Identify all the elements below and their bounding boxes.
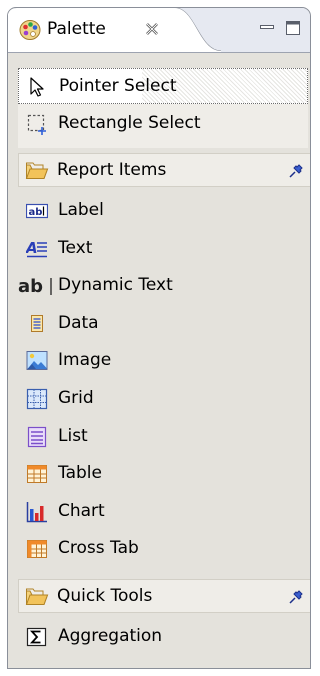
item-label: List — [58, 425, 88, 446]
item-label: Text — [58, 237, 93, 258]
svg-text:ab: ab — [29, 207, 43, 218]
maximize-icon[interactable] — [285, 20, 301, 36]
palette-item-aggregation[interactable]: Aggregation — [18, 618, 308, 656]
pin-icon[interactable] — [288, 163, 304, 179]
minimize-icon[interactable] — [259, 20, 275, 36]
drawer-quick-tools[interactable]: Quick Tools — [18, 579, 310, 613]
item-label: Label — [58, 200, 104, 220]
palette-item-list[interactable]: List — [18, 418, 308, 456]
grid-icon — [26, 388, 48, 410]
palette-tab-title: Palette — [47, 19, 106, 39]
data-icon — [26, 313, 48, 335]
palette-item-grid[interactable]: Grid — [18, 380, 308, 418]
label-icon: ab — [25, 200, 49, 222]
pin-icon[interactable] — [288, 589, 304, 605]
palette-item-dynamic-text[interactable]: ab Dynamic Text — [18, 267, 308, 305]
close-icon[interactable] — [144, 21, 160, 37]
palette-icon — [19, 19, 41, 41]
folder-icon — [25, 586, 49, 608]
item-label: Grid — [58, 388, 94, 408]
palette-view: Palette Pointer Select Rectangle Select … — [7, 7, 311, 669]
drawer-label: Quick Tools — [57, 586, 153, 606]
item-label: Chart — [58, 500, 105, 521]
item-label: Image — [58, 350, 112, 371]
cross-tab-icon — [26, 538, 48, 560]
table-icon — [26, 463, 48, 485]
item-label: Table — [58, 463, 102, 484]
item-label: Aggregation — [58, 626, 163, 646]
palette-item-table[interactable]: Table — [18, 455, 308, 493]
drawer-report-items[interactable]: Report Items — [18, 153, 310, 187]
svg-text:A: A — [26, 239, 38, 257]
palette-item-cross-tab[interactable]: Cross Tab — [18, 530, 308, 568]
palette-item-image[interactable]: Image — [18, 342, 308, 380]
image-icon — [26, 350, 48, 372]
pointer-icon — [27, 76, 49, 98]
view-tab-bar: Palette — [8, 8, 310, 53]
palette-item-label[interactable]: ab Label — [18, 192, 308, 230]
item-label: Dynamic Text — [58, 275, 173, 296]
tool-pointer-select[interactable]: Pointer Select — [18, 68, 308, 104]
item-label: Cross Tab — [58, 538, 139, 559]
item-label: Data — [58, 312, 99, 333]
drawer-label: Report Items — [57, 160, 167, 180]
dynamic-text-icon: ab — [18, 275, 56, 297]
rectangle-select-icon — [26, 113, 48, 135]
palette-tools: Pointer Select Rectangle Select — [18, 68, 308, 148]
palette-item-data[interactable]: Data — [18, 305, 308, 343]
folder-icon — [25, 160, 49, 182]
palette-item-text[interactable]: A Text — [18, 230, 308, 268]
tool-rectangle-select[interactable]: Rectangle Select — [18, 106, 308, 142]
palette-item-chart[interactable]: Chart — [18, 493, 308, 531]
aggregation-icon — [26, 626, 48, 648]
palette-tab[interactable]: Palette — [8, 8, 221, 52]
list-icon — [26, 426, 48, 448]
tool-label: Pointer Select — [59, 76, 177, 96]
chart-icon — [26, 501, 48, 523]
text-icon: A — [25, 238, 48, 260]
tool-label: Rectangle Select — [58, 113, 201, 133]
svg-text:ab: ab — [18, 276, 43, 297]
